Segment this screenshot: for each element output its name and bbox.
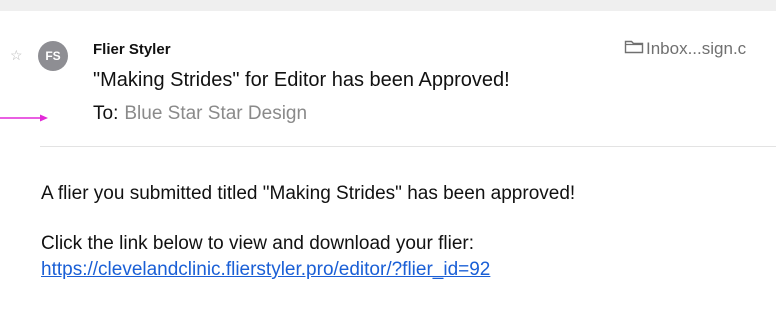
recipient-name[interactable]: Blue Star Star Design bbox=[124, 103, 307, 124]
mailbox-text: Inbox...sign.c bbox=[646, 38, 747, 58]
sender-name[interactable]: Flier Styler bbox=[93, 41, 171, 58]
avatar-initials: FS bbox=[45, 49, 61, 63]
header-divider bbox=[40, 146, 776, 147]
recipient-line: To: Blue Star Star Design bbox=[93, 103, 307, 125]
mailbox-label[interactable]: Inbox...sign.c bbox=[624, 38, 776, 59]
email-subject: "Making Strides" for Editor has been App… bbox=[93, 69, 510, 91]
flier-editor-link[interactable]: https://clevelandclinic.flierstyler.pro/… bbox=[41, 259, 490, 281]
avatar: FS bbox=[38, 41, 68, 71]
body-paragraph-instructions: Click the link below to view and downloa… bbox=[41, 233, 474, 254]
to-label: To: bbox=[93, 103, 119, 124]
annotation-arrow-icon bbox=[0, 110, 50, 128]
star-icon[interactable]: ☆ bbox=[10, 48, 23, 62]
body-paragraph-approved: A flier you submitted titled "Making Str… bbox=[41, 183, 576, 204]
folder-icon bbox=[624, 38, 644, 59]
email-message: ☆ FS Flier Styler Inbox...sign.c "Making… bbox=[0, 11, 776, 335]
